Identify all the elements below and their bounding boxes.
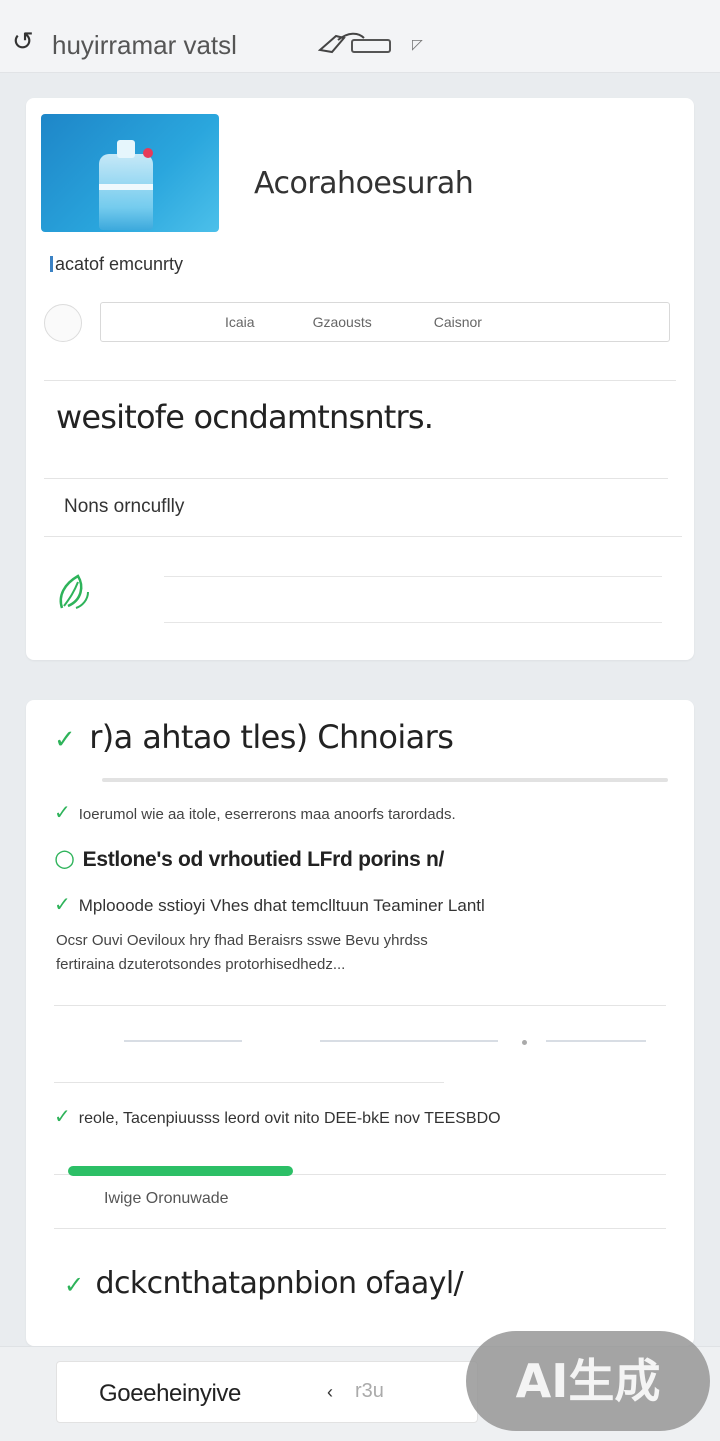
top-bar: ↺ huyirramar vatsl ◸ <box>0 0 720 73</box>
check-icon: ✓ <box>54 892 71 916</box>
divider <box>54 1228 666 1229</box>
continue-button-label: Goeeheinyive <box>99 1380 241 1407</box>
heart-icon <box>143 148 153 158</box>
caret-icon[interactable]: ◸ <box>412 36 423 53</box>
bottle-shape <box>99 154 153 230</box>
segment-2[interactable]: Gzaousts <box>313 303 372 341</box>
link-item-text: reole, Tacenpiuusss leord ovit nito DEE-… <box>78 1110 501 1127</box>
placeholder-line <box>164 576 662 577</box>
divider <box>54 1082 444 1083</box>
chevron-left-icon[interactable]: ‹ <box>327 1382 333 1403</box>
divider <box>54 1005 666 1006</box>
subtitle-text: acatof emcunrty <box>55 254 184 274</box>
stat-bar <box>124 1040 242 1042</box>
bottle-label-shape <box>99 184 153 190</box>
segment-1[interactable]: Icaia <box>225 303 255 341</box>
summary-line: ✓ dckcnthatapnbion ofaayl/ <box>64 1266 464 1301</box>
hint-text: r3u <box>355 1380 384 1402</box>
radio-button[interactable] <box>44 304 82 342</box>
checklist-item-text: Ioerumol wie aa itole, eserrerons maa an… <box>78 806 456 823</box>
description-line: Ocsr Ouvi Oeviloux hry fhad Beraisrs ssw… <box>56 932 428 949</box>
check-icon: ✓ <box>54 800 71 824</box>
ai-watermark: AI生成 <box>466 1331 710 1431</box>
bottle-neck-shape <box>117 140 135 158</box>
summary-text: dckcnthatapnbion ofaayl/ <box>95 1266 464 1301</box>
accent-bar <box>50 256 53 272</box>
progress-bar <box>68 1166 293 1176</box>
product-image[interactable] <box>41 114 219 232</box>
page-title: huyirramar vatsl <box>52 30 237 60</box>
checklist-item[interactable]: ○ Estlone's od vrhoutied LFrd porins n/ <box>54 844 444 872</box>
check-icon: ✓ <box>54 1104 71 1128</box>
section-heading: wesitofe ocndamtnsntrs. <box>56 398 434 436</box>
divider <box>44 478 668 479</box>
pen-icon[interactable] <box>318 28 392 56</box>
check-icon: ✓ <box>64 1271 84 1299</box>
checklist-item[interactable]: ✓ Mplooode sstioyi Vhes dhat temclltuun T… <box>54 892 485 916</box>
segment-3[interactable]: Caisnor <box>434 303 482 341</box>
stat-bar <box>546 1040 646 1042</box>
product-title: Acorahoesurah <box>254 166 474 201</box>
checklist-heading-text: r)a ahtao tles) Chnoiars <box>89 718 454 756</box>
stat-dot <box>522 1040 527 1045</box>
checklist-heading: ✓ r)a ahtao tles) Chnoiars <box>54 718 454 756</box>
bottom-bar: Goeeheinyive ‹ r3u AI生成 <box>0 1331 720 1441</box>
product-subtitle: acatof emcunrty <box>50 254 183 275</box>
continue-button[interactable]: Goeeheinyive ‹ r3u <box>56 1361 478 1423</box>
checklist-item-text: Estlone's od vrhoutied LFrd porins n/ <box>82 848 445 871</box>
placeholder-line <box>164 622 662 623</box>
divider <box>44 536 682 537</box>
heading-underline <box>102 778 668 782</box>
checklist-item-text: Mplooode sstioyi Vhes dhat temclltuun Te… <box>78 896 485 915</box>
product-card: Acorahoesurah acatof emcunrty Icaia Gzao… <box>26 98 694 660</box>
checklist-item[interactable]: ✓ Ioerumol wie aa itole, eserrerons maa a… <box>54 800 456 824</box>
back-icon[interactable]: ↺ <box>12 26 34 57</box>
check-icon: ✓ <box>54 725 76 755</box>
segmented-control: Icaia Gzaousts Caisnor <box>100 302 670 342</box>
link-item[interactable]: ✓ reole, Tacenpiuusss leord ovit nito DEE… <box>54 1104 501 1128</box>
stat-bar <box>320 1040 498 1042</box>
divider <box>44 380 676 381</box>
progress-label: Iwige Oronuwade <box>104 1190 229 1207</box>
leaf-icon <box>59 574 89 609</box>
row-text[interactable]: Nons orncuflly <box>64 496 184 518</box>
checklist-card: ✓ r)a ahtao tles) Chnoiars ✓ Ioerumol wie … <box>26 700 694 1346</box>
description-line: fertiraina dzuterotsondes protorhisedhed… <box>56 956 346 973</box>
check-circle-icon: ○ <box>54 844 75 872</box>
